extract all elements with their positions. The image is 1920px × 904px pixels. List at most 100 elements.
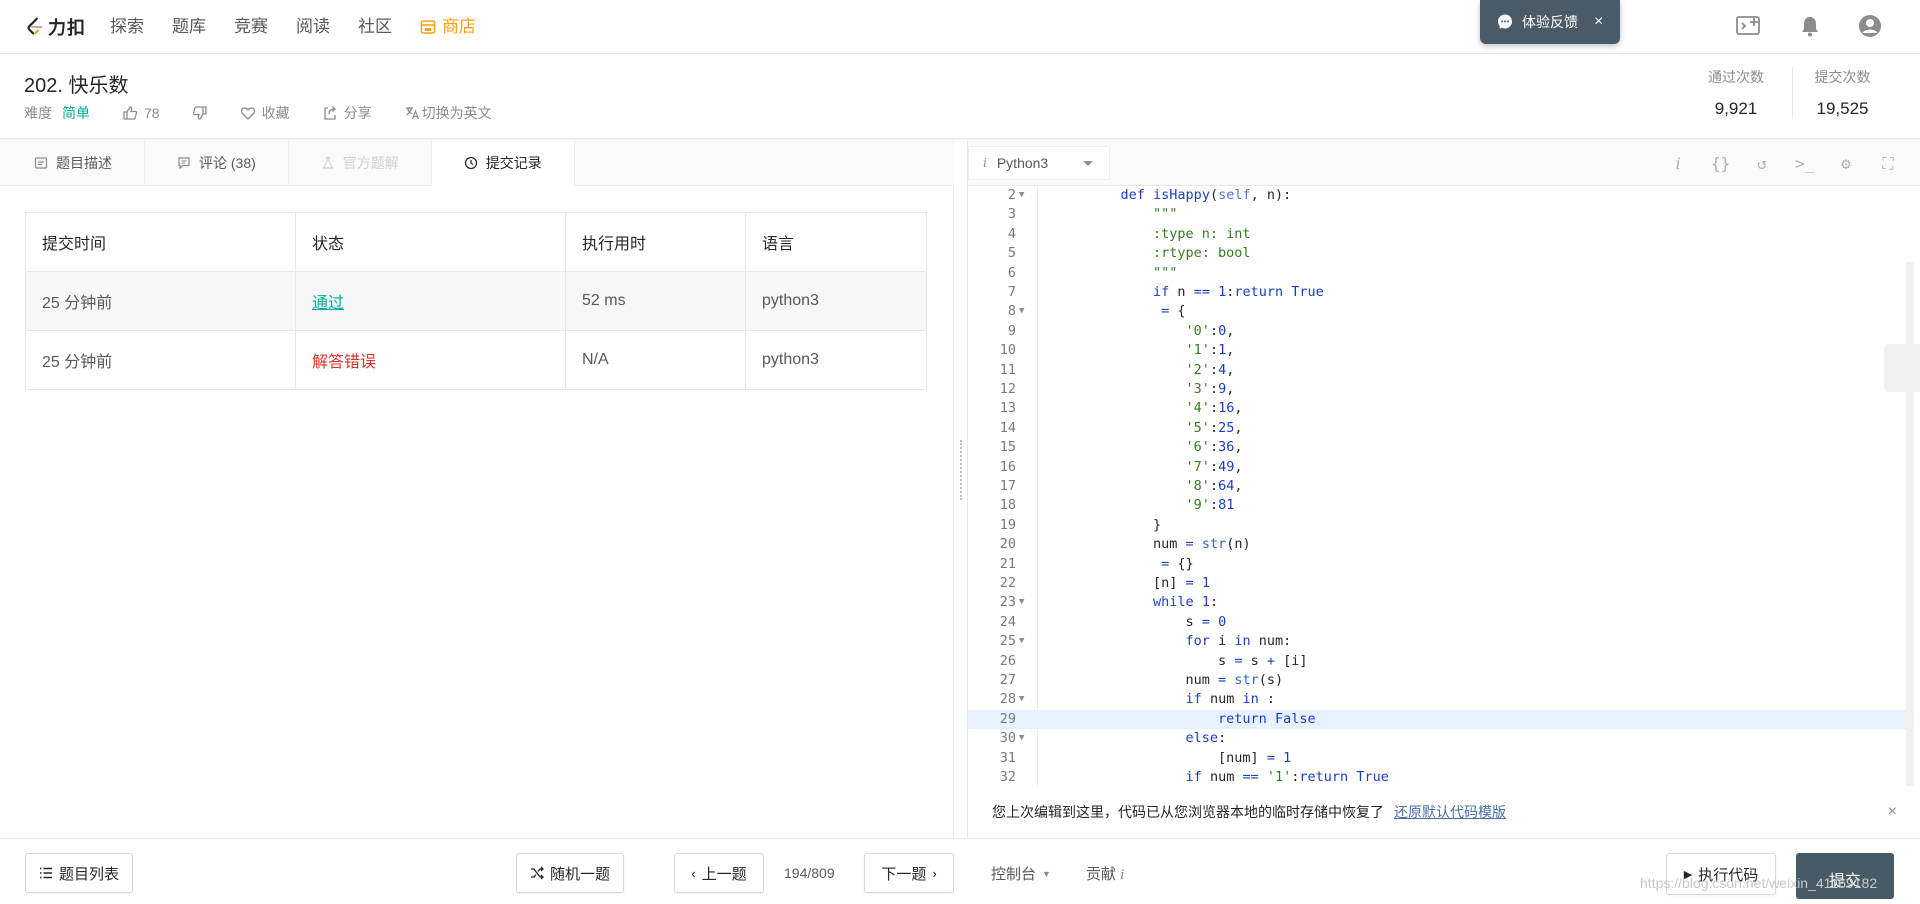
fold-arrow-icon[interactable]: ▼ — [1019, 593, 1024, 612]
code-line[interactable]: 23 ▼ while 1: — [968, 593, 1908, 612]
code-line[interactable]: 5 :rtype: bool — [968, 244, 1908, 263]
terminal-icon[interactable]: >_ — [1795, 154, 1814, 174]
code-line[interactable]: 19 } — [968, 516, 1908, 535]
submission-status-link[interactable]: 通过 — [312, 295, 344, 312]
feedback-button[interactable]: 体验反馈 × — [1480, 0, 1620, 44]
language-select[interactable]: i Python3 — [968, 146, 1110, 180]
submission-status-link[interactable]: 解答错误 — [312, 354, 376, 371]
random-problem-button[interactable]: 随机一题 — [516, 853, 624, 893]
code-text: '4':16, — [1185, 400, 1243, 417]
code-line[interactable]: 2 ▼ def isHappy(self, n): — [968, 186, 1908, 205]
code-line[interactable]: 28 ▼ if num in : — [968, 690, 1908, 709]
code-line[interactable]: 15 '6':36, — [968, 438, 1908, 457]
line-number: 16 — [999, 458, 1016, 475]
prev-problem-button[interactable]: ‹ 上一题 — [674, 853, 764, 893]
fold-arrow-icon[interactable]: ▼ — [1019, 302, 1024, 321]
code-line[interactable]: 4 :type n: int — [968, 225, 1908, 244]
code-line[interactable]: 3 """ — [968, 205, 1908, 224]
code-editor[interactable]: 2 ▼ def isHappy(self, n): 3 """ 4 :type n: … — [968, 186, 1914, 786]
contribute-button[interactable]: 贡献 i — [1086, 863, 1124, 884]
code-line[interactable]: 11 '2':4, — [968, 361, 1908, 380]
favorite-button[interactable]: 收藏 — [240, 103, 290, 123]
code-line[interactable]: 9 '0':0, — [968, 322, 1908, 341]
editor-scrollbar[interactable] — [1906, 262, 1914, 786]
info-icon[interactable]: i — [1669, 154, 1687, 174]
nav-community[interactable]: 社区 — [358, 16, 392, 38]
like-button[interactable]: 78 — [122, 105, 160, 121]
splitter-handle[interactable] — [960, 440, 962, 500]
leetcode-logo[interactable]: 力扣 — [24, 14, 86, 40]
code-line[interactable]: 22 [n] = 1 — [968, 574, 1908, 593]
code-line[interactable]: 21 = {} — [968, 555, 1908, 574]
code-line[interactable]: 20 num = str(n) — [968, 535, 1908, 554]
reset-icon[interactable]: ↺ — [1753, 154, 1771, 174]
panel-splitter[interactable] — [955, 140, 967, 838]
nav-contest[interactable]: 竞赛 — [234, 16, 268, 38]
code-line[interactable]: 6 """ — [968, 264, 1908, 283]
code-text: num = str(n) — [1088, 536, 1251, 553]
side-notes-tab[interactable] — [1884, 344, 1920, 392]
code-line[interactable]: 13 '4':16, — [968, 399, 1908, 418]
code-line[interactable]: 25 ▼ for i in num: — [968, 632, 1908, 651]
line-number: 11 — [999, 361, 1016, 378]
code-line[interactable]: 16 '7':49, — [968, 458, 1908, 477]
nav-explore[interactable]: 探索 — [110, 16, 144, 38]
notification-bell-icon[interactable] — [1800, 15, 1820, 37]
tab-solution[interactable]: 官方题解 — [289, 140, 432, 186]
user-avatar-icon[interactable] — [1858, 14, 1882, 38]
fullscreen-icon[interactable]: ⛶ — [1879, 154, 1897, 174]
code-text: if num == '1':return True — [1185, 769, 1389, 785]
code-line[interactable]: 26 s = s + [i] — [968, 652, 1908, 671]
code-line[interactable]: 14 '5':25, — [968, 419, 1908, 438]
line-number: 18 — [999, 497, 1016, 514]
fold-arrow-icon[interactable]: ▼ — [1019, 690, 1024, 709]
share-button[interactable]: 分享 — [322, 103, 372, 123]
code-text: '2':4, — [1185, 361, 1235, 378]
submissions-count: 19,525 — [1816, 99, 1869, 118]
table-header-row: 提交时间 状态 执行用时 语言 — [25, 212, 927, 272]
tab-comments[interactable]: 评论 (38) — [145, 140, 289, 186]
fold-arrow-icon[interactable]: ▼ — [1019, 186, 1024, 205]
line-number: 12 — [999, 381, 1016, 397]
code-line[interactable]: 17 '8':64, — [968, 477, 1908, 496]
nav-store[interactable]: 商店 — [420, 16, 476, 38]
code-line[interactable]: 10 '1':1, — [968, 341, 1908, 360]
code-line[interactable]: 24 s = 0 — [968, 613, 1908, 632]
next-problem-button[interactable]: 下一题 › — [864, 853, 954, 893]
settings-icon[interactable]: ⚙ — [1837, 154, 1855, 174]
code-line[interactable]: 30 ▼ else: — [968, 729, 1908, 748]
code-line[interactable]: 12 '3':9, — [968, 380, 1908, 399]
tab-submissions[interactable]: 提交记录 — [431, 140, 575, 187]
tab-description[interactable]: 题目描述 — [0, 140, 145, 186]
code-line[interactable]: 18 '9':81 — [968, 496, 1908, 515]
col-header-status: 状态 — [295, 212, 566, 272]
line-number: 17 — [999, 478, 1016, 494]
close-icon[interactable]: × — [1888, 803, 1897, 821]
code-line[interactable]: 8 ▼ = { — [968, 302, 1908, 321]
restore-message: 您上次编辑到这里，代码已从您浏览器本地的临时存储中恢复了 — [992, 804, 1384, 820]
switch-language-button[interactable]: 切换为英文 — [404, 103, 492, 123]
submission-language: python3 — [745, 330, 927, 390]
braces-icon[interactable]: {} — [1711, 154, 1730, 174]
code-line[interactable]: 27 num = str(s) — [968, 671, 1908, 690]
restore-default-link[interactable]: 还原默认代码模版 — [1394, 802, 1506, 822]
problem-list-button[interactable]: 题目列表 — [25, 853, 133, 893]
console-toggle[interactable]: 控制台 ▼ — [991, 863, 1051, 884]
fold-arrow-icon[interactable]: ▼ — [1019, 632, 1024, 651]
code-line[interactable]: 29 return False — [968, 709, 1908, 729]
nav-read[interactable]: 阅读 — [296, 16, 330, 38]
code-line[interactable]: 7 if n == 1:return True — [968, 283, 1908, 302]
next-problem-label: 下一题 — [881, 865, 927, 883]
playground-icon[interactable] — [1736, 15, 1762, 37]
line-number: 6 — [1007, 264, 1016, 281]
code-text: '7':49, — [1185, 458, 1243, 475]
accepted-stat: 通过次数 9,921 — [1688, 67, 1784, 119]
info-icon: i — [983, 156, 987, 170]
dislike-button[interactable] — [192, 105, 208, 121]
code-text: if n == 1:return True — [1153, 284, 1324, 300]
nav-problemset[interactable]: 题库 — [172, 16, 206, 38]
feedback-close-icon[interactable]: × — [1594, 13, 1603, 31]
fold-arrow-icon[interactable]: ▼ — [1019, 729, 1024, 748]
code-line[interactable]: 31 [num] = 1 — [968, 749, 1908, 768]
code-line[interactable]: 32 if num == '1':return True — [968, 768, 1908, 786]
